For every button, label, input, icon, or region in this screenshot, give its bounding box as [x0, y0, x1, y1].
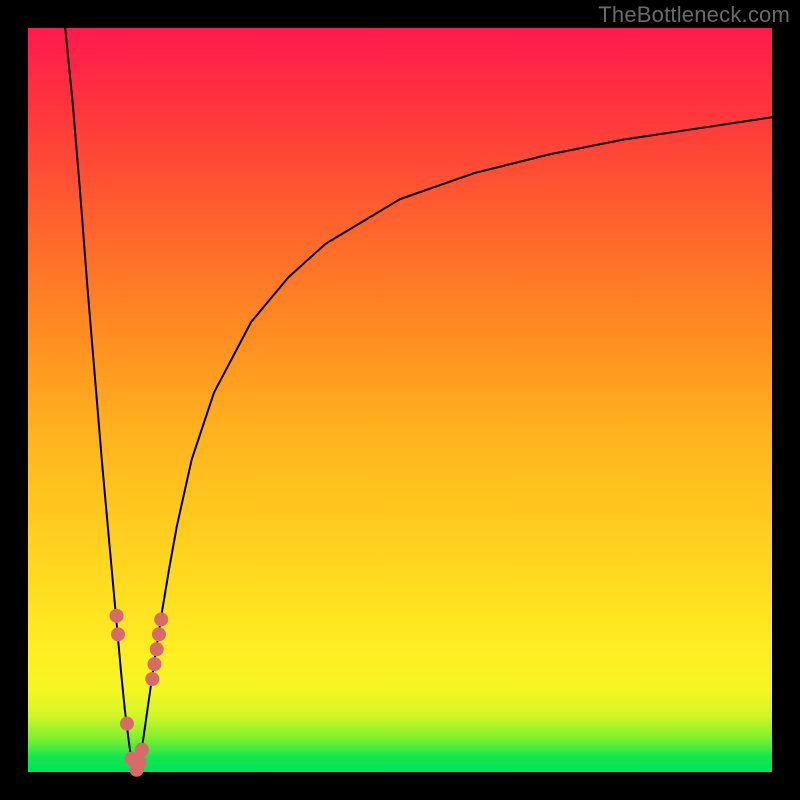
marker-dot — [133, 755, 147, 769]
marker-dot — [154, 612, 168, 626]
bottleneck-chart — [0, 0, 800, 800]
marker-dot — [147, 657, 161, 671]
marker-dot — [110, 609, 124, 623]
marker-dot — [145, 672, 159, 686]
marker-dot — [120, 717, 134, 731]
marker-dot — [111, 627, 125, 641]
marker-dot — [135, 743, 149, 757]
chart-frame: TheBottleneck.com — [0, 0, 800, 800]
marker-dot — [152, 627, 166, 641]
marker-dot — [150, 642, 164, 656]
watermark-text: TheBottleneck.com — [598, 2, 790, 28]
